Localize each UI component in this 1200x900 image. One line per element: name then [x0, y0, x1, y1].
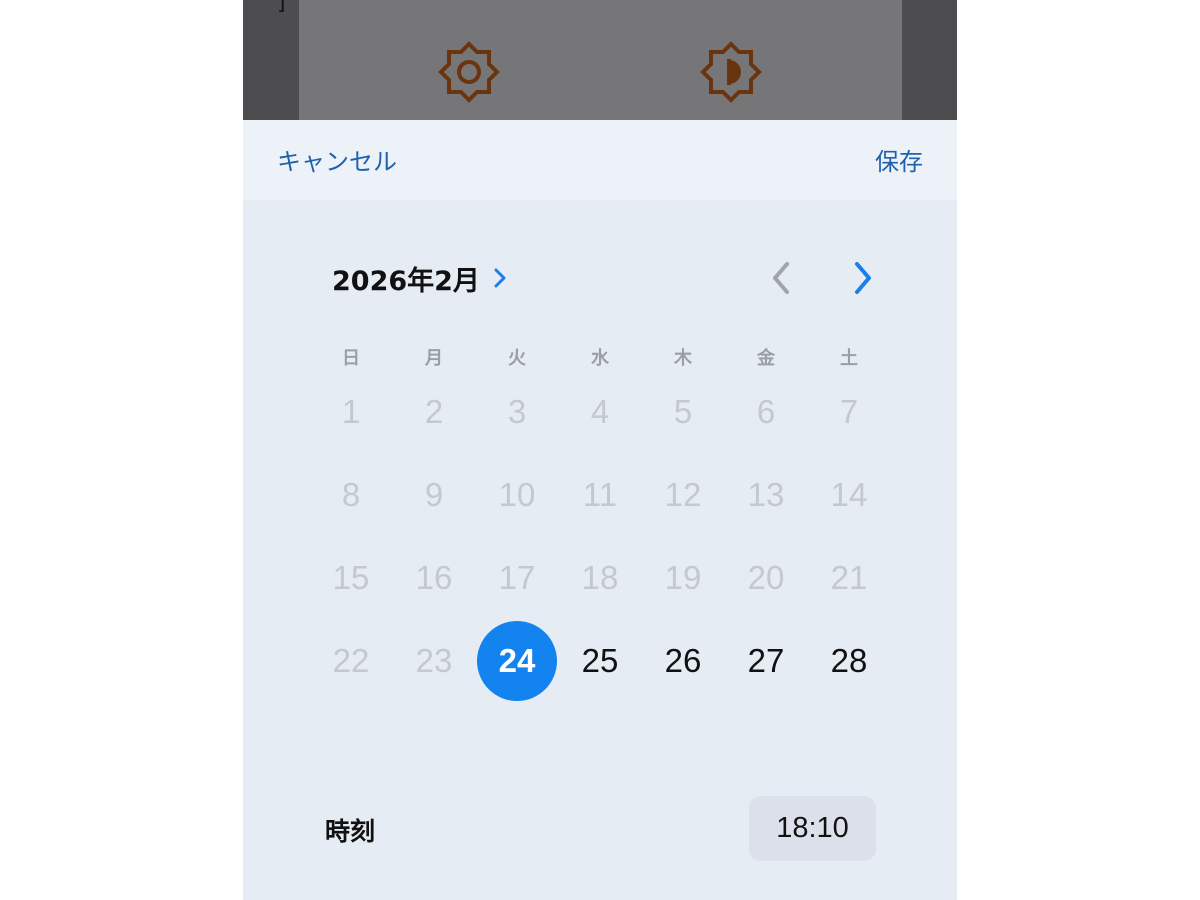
weekday-header: 月 — [425, 348, 443, 369]
cancel-button[interactable]: キャンセル — [277, 142, 397, 177]
weekday-header: 火 — [508, 348, 526, 369]
contrast-half-sun-icon — [700, 41, 762, 103]
month-title: 2026年2月 — [332, 265, 480, 297]
weekday-header: 日 — [342, 348, 360, 369]
calendar-day[interactable]: 26 — [643, 621, 723, 701]
calendar-day[interactable]: 28 — [809, 621, 889, 701]
save-button[interactable]: 保存 — [875, 142, 923, 177]
calendar-day: 2 — [424, 393, 444, 430]
calendar-day: 6 — [756, 393, 776, 430]
weekday-header: 土 — [840, 348, 858, 369]
calendar-day: 4 — [590, 393, 610, 430]
calendar-day: 23 — [415, 642, 453, 679]
time-picker-button[interactable]: 18:10 — [749, 796, 876, 861]
background-card — [299, 0, 902, 120]
weekday-header: 木 — [674, 348, 692, 369]
calendar-day: 1 — [341, 393, 361, 430]
calendar-day-selected[interactable]: 24 — [477, 621, 557, 701]
calendar-day: 14 — [830, 476, 868, 513]
calendar-day: 12 — [664, 476, 702, 513]
calendar-day: 20 — [747, 559, 785, 596]
calendar-day: 10 — [498, 476, 536, 513]
calendar-day: 7 — [839, 393, 859, 430]
calendar-day: 5 — [673, 393, 693, 430]
next-month-button[interactable] — [845, 258, 881, 298]
calendar-day: 8 — [341, 476, 361, 513]
calendar-day: 18 — [581, 559, 619, 596]
phone-screen: ] キャンセル 保存 2026年2月 日 月 火 水 木 金 土 1 2 3 4… — [243, 0, 957, 900]
time-label: 時刻 — [325, 817, 376, 846]
weekday-header: 水 — [591, 348, 609, 369]
previous-month-button[interactable] — [763, 258, 799, 298]
calendar-day[interactable]: 25 — [560, 621, 640, 701]
calendar-day: 17 — [498, 559, 536, 596]
brightness-sun-icon — [438, 41, 500, 103]
calendar-day: 9 — [424, 476, 444, 513]
calendar-day: 13 — [747, 476, 785, 513]
sheet-header: キャンセル 保存 — [243, 120, 957, 200]
calendar-day: 15 — [332, 559, 370, 596]
calendar-day: 16 — [415, 559, 453, 596]
calendar-day: 3 — [507, 393, 527, 430]
calendar-day: 21 — [830, 559, 868, 596]
month-year-picker[interactable]: 2026年2月 — [332, 258, 508, 298]
calendar-day: 11 — [582, 476, 618, 513]
chevron-right-icon — [494, 268, 506, 288]
calendar-day: 19 — [664, 559, 702, 596]
background-corner-text: ] — [277, 0, 286, 15]
weekday-header: 金 — [757, 348, 775, 369]
calendar-day: 22 — [332, 642, 370, 679]
calendar-day[interactable]: 27 — [726, 621, 806, 701]
